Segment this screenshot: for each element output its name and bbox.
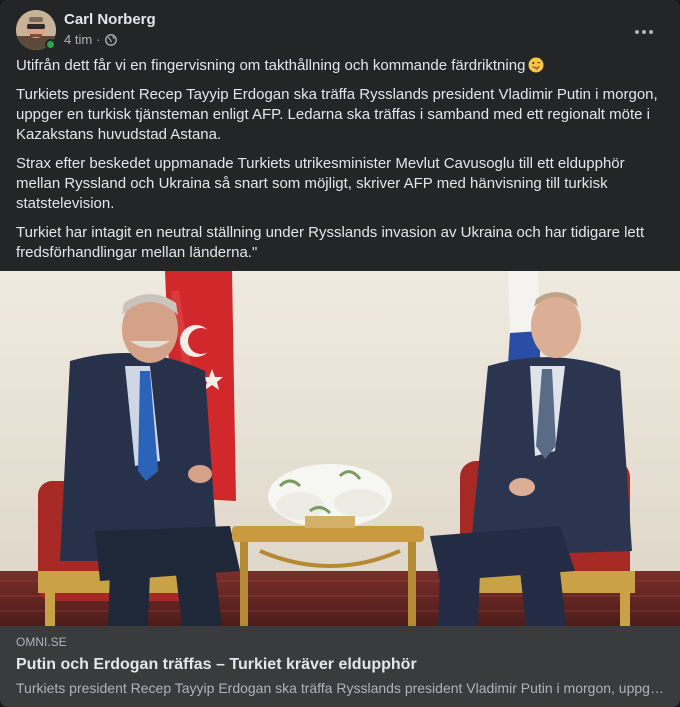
post-meta: 4 tim ·: [64, 32, 117, 47]
photo-image: [0, 271, 680, 626]
more-dots-icon: [635, 30, 653, 34]
link-preview[interactable]: OMNI.SE Putin och Erdogan träffas – Turk…: [0, 626, 680, 707]
post-header: Carl Norberg 4 tim ·: [16, 10, 668, 50]
link-title[interactable]: Putin och Erdogan träffas – Turkiet kräv…: [16, 655, 664, 675]
more-options-button[interactable]: [626, 14, 662, 50]
link-description: Turkiets president Recep Tayyip Erdogan …: [16, 680, 664, 696]
post-timestamp[interactable]: 4 tim: [64, 32, 92, 47]
post-photo[interactable]: [0, 271, 680, 626]
online-status-dot: [45, 39, 56, 50]
post-body: Utifrån dett får vi en fingervisning om …: [16, 56, 666, 272]
author-name[interactable]: Carl Norberg: [64, 11, 156, 28]
post-paragraph: Turkiets president Recep Tayyip Erdogan …: [16, 86, 658, 143]
globe-icon: [104, 33, 117, 46]
post-paragraph: Turkiet har intagit en neutral ställning…: [16, 224, 645, 261]
post-paragraph: Utifrån dett får vi en fingervisning om …: [16, 56, 666, 76]
winking-tongue-emoji: [528, 57, 544, 73]
post-paragraph: Strax efter beskedet uppmanade Turkiets …: [16, 155, 625, 212]
post-card: Carl Norberg 4 tim · Utifrån dett får vi…: [0, 0, 680, 707]
link-domain: OMNI.SE: [16, 635, 67, 649]
meta-separator: ·: [96, 32, 101, 47]
